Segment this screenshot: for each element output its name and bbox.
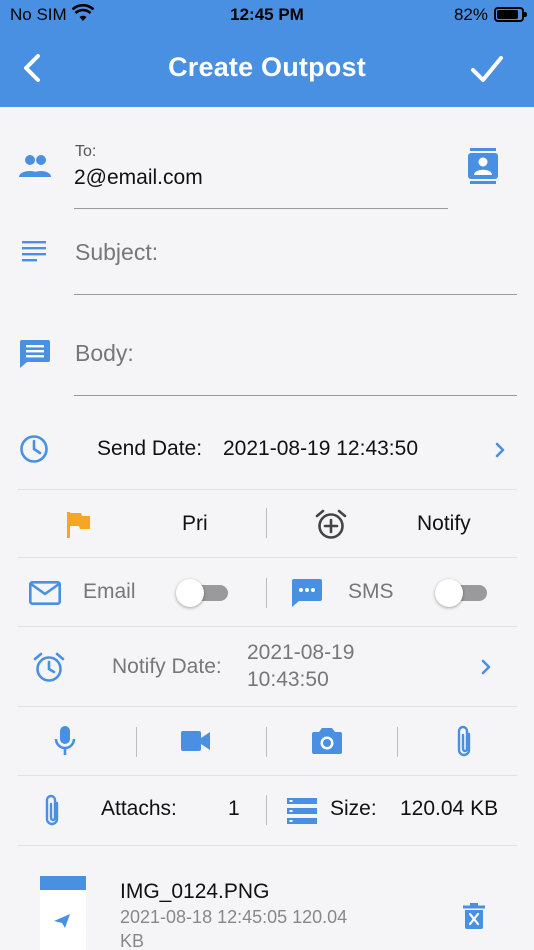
video-icon[interactable] <box>181 731 211 751</box>
people-icon <box>19 155 51 177</box>
to-label: To: <box>75 143 97 160</box>
send-date-value: 2021-08-19 12:43:50 <box>223 437 418 460</box>
storage-icon <box>287 798 317 824</box>
attachment-name: IMG_0124.PNG <box>120 880 270 903</box>
size-value: 120.04 KB <box>400 797 499 820</box>
notify-date-value-line1: 2021-08-19 <box>247 641 355 664</box>
thumbnail-banner <box>40 876 86 890</box>
chevron-right-icon <box>481 659 491 675</box>
notify-label: Notify <box>417 512 471 535</box>
size-label: Size: <box>330 797 377 820</box>
battery-percent: 82% <box>453 5 488 24</box>
email-label: Email <box>83 580 136 603</box>
flag-icon <box>67 512 90 538</box>
attachment-size-unit: KB <box>120 931 145 950</box>
nav-bar: Create Outpost <box>0 30 534 107</box>
attachs-label: Attachs: <box>101 797 177 820</box>
subject-input[interactable]: Subject: <box>75 239 158 266</box>
clock-icon <box>20 435 48 463</box>
confirm-button[interactable] <box>470 52 504 86</box>
camera-icon[interactable] <box>312 728 342 754</box>
to-input[interactable]: 2@email.com <box>74 166 203 190</box>
sms-label: SMS <box>348 580 394 603</box>
delete-icon[interactable] <box>463 903 485 929</box>
separator <box>266 508 267 538</box>
toggle-knob <box>176 579 204 607</box>
status-bar: No SIM 12:45 PM 82% <box>0 0 534 30</box>
attachs-count: 1 <box>228 797 240 820</box>
alarm-add-icon <box>315 509 347 539</box>
toggle-knob <box>435 579 463 607</box>
to-underline <box>74 208 448 209</box>
chat-bubble-icon <box>20 340 50 368</box>
paperclip-icon[interactable] <box>454 725 474 759</box>
email-toggle[interactable] <box>176 579 228 607</box>
sms-toggle[interactable] <box>435 579 487 607</box>
divider <box>18 845 517 846</box>
paperclip-icon <box>45 794 59 826</box>
body-underline <box>74 395 517 396</box>
contact-card-icon[interactable] <box>468 148 498 184</box>
divider <box>18 557 517 558</box>
subject-underline <box>74 294 517 295</box>
body-input[interactable]: Body: <box>75 340 134 367</box>
separator <box>397 727 398 757</box>
chevron-right-icon <box>495 442 505 458</box>
notify-date-value-line2: 10:43:50 <box>247 668 329 691</box>
priority-label: Pri <box>182 512 208 535</box>
mic-icon[interactable] <box>54 726 76 756</box>
separator <box>266 727 267 757</box>
sms-icon <box>292 579 322 607</box>
attachment-date-size: 2021-08-18 12:45:05 120.04 <box>120 907 348 927</box>
separator <box>136 727 137 757</box>
page-title: Create Outpost <box>168 52 366 82</box>
send-icon <box>54 914 70 928</box>
notify-date-label: Notify Date: <box>112 655 222 678</box>
mail-icon <box>29 581 61 605</box>
divider <box>18 706 517 707</box>
divider <box>18 775 517 776</box>
send-date-label: Send Date: <box>97 437 203 460</box>
separator <box>266 578 267 608</box>
divider <box>18 489 517 490</box>
attachment-thumbnail <box>40 876 86 950</box>
separator <box>266 795 267 825</box>
subject-lines-icon <box>22 241 46 262</box>
divider <box>18 626 517 627</box>
alarm-icon <box>33 652 65 682</box>
battery-icon <box>494 7 527 22</box>
